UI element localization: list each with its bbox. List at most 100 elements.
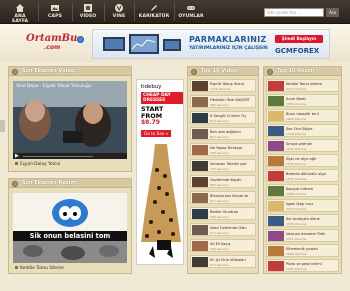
thumbnail-image-icon[interactable] <box>192 225 208 235</box>
ad-brand-name: tidebuy <box>141 84 162 90</box>
caps-list-item[interactable]: Betonla dölündür olgu 1502 izlenme <box>266 169 339 182</box>
search-input[interactable]: Site içinde Ara ... <box>264 8 324 17</box>
thumbnail-image-icon[interactable] <box>268 126 284 136</box>
video-list-item[interactable]: Ne Yapsa Dinleyor 766 izlenme <box>190 143 256 156</box>
video-list-item[interactable]: Ali Eli Kaçış 540 izlenme <box>190 239 256 252</box>
video-list-item[interactable]: Nasıl Özlerinde Oldu 572 izlenme <box>190 223 256 236</box>
caps-list-item[interactable]: Pizza ve pose birimi 1250 izlenme <box>266 259 339 272</box>
item-title[interactable]: Espriti Doluş Yolcul <box>210 82 254 86</box>
thumbnail-image-icon[interactable] <box>268 186 284 196</box>
thumbnail-image-icon[interactable] <box>268 231 284 241</box>
thumbnail-image-icon[interactable] <box>268 156 284 166</box>
thumbnail-image-icon[interactable] <box>192 145 208 155</box>
video-caption[interactable]: Eşyalı Doluş Yolcul <box>15 162 60 167</box>
video-list-item[interactable]: Ben oda doğdum 812 izlenme <box>190 127 256 140</box>
item-title[interactable]: Vazınan devame Türki <box>286 232 337 236</box>
thumbnail-image-icon[interactable] <box>192 81 208 91</box>
ad-start-button[interactable]: Şimdi Başlayın <box>275 35 323 43</box>
nav-vine[interactable]: VINE <box>107 1 131 23</box>
video-progress-bar[interactable] <box>23 156 93 157</box>
item-title[interactable]: Gozlerinde Koydu <box>210 178 254 182</box>
item-title[interactable]: Sel sindiyatlı olduk <box>286 217 337 221</box>
caps-image[interactable]: Sik onun belasini tom <box>13 193 127 263</box>
nav-home[interactable]: ANA SAYFA <box>6 1 34 23</box>
nav-oyunlar[interactable]: OYUNLAR <box>177 1 205 23</box>
item-title[interactable]: Ali Eli Kaçış <box>210 242 254 246</box>
gamepad-icon <box>186 3 196 13</box>
thumbnail-image-icon[interactable] <box>192 177 208 187</box>
site-logo[interactable]: OrtamBu .com <box>24 31 88 53</box>
video-player[interactable]: Vine Depo - Eşyalı Yolcal Yolculuğu ▶ <box>13 81 127 159</box>
thumbnail-image-icon[interactable] <box>268 171 284 181</box>
caps-list-item[interactable]: İlişki ne diye ağlr 1590 izlenme <box>266 154 339 167</box>
nav-caps[interactable]: CAPS <box>42 1 68 23</box>
item-title[interactable]: Ne Yapsa Dinleyor <box>210 146 254 150</box>
item-title[interactable]: Bunu hassefir be li <box>286 112 337 116</box>
item-title[interactable]: Anne Baskı <box>286 97 337 101</box>
video-list-item[interactable]: Bedüe Olurdum 590 izlenme <box>190 207 256 220</box>
caps-list-item[interactable]: Vazınan devame Türki 1311 izlenme <box>266 229 339 242</box>
caps-list-item[interactable]: Elhemenik yuwerl 1289 izlenme <box>266 244 339 257</box>
video-list-item[interactable]: Bilmiyorsan bilyde se 611 izlenme <box>190 191 256 204</box>
item-title[interactable]: En İyi Vine Videoları <box>210 258 254 262</box>
video-list-item[interactable]: Gozlerinde Koydu 655 izlenme <box>190 175 256 188</box>
caps-list-item[interactable]: Sıraya girenler 1655 izlenme <box>266 139 339 152</box>
thumbnail-image-icon[interactable] <box>268 111 284 121</box>
thumbnail-image-icon[interactable] <box>192 193 208 203</box>
item-title[interactable]: Pizza ve pose birimi <box>286 262 337 266</box>
ad-cta-button[interactable]: Go to See » <box>141 130 172 137</box>
nav-karikatur[interactable]: KARIKATÜR <box>137 1 171 23</box>
item-title[interactable]: Sex Olur Böyle <box>286 127 337 131</box>
thumbnail-image-icon[interactable] <box>192 161 208 171</box>
left-scroll-arrow[interactable] <box>0 120 5 132</box>
search-button[interactable]: Ara <box>326 8 339 17</box>
item-title[interactable]: Ben oda doğdum <box>210 130 254 134</box>
video-list-item[interactable]: İt Sevgili Crimter Oy 874 izlenme <box>190 111 256 124</box>
last-video-panel: Son Eklenen Video Vine Depo - Eşyalı Yol… <box>8 66 132 172</box>
item-views: 590 izlenme <box>210 215 229 219</box>
video-list-item[interactable]: En İyi Vine Videoları 515 izlenme <box>190 255 256 268</box>
video-list-item[interactable]: Herkesin Tore BAŞORT 980 izlenme <box>190 95 256 108</box>
caps-list-item[interactable]: Keddie Tomu İzleme 2210 izlenme <box>266 79 339 92</box>
thumbnail-image-icon[interactable] <box>192 241 208 251</box>
item-title[interactable]: Betonla dölündür olgu <box>286 172 337 176</box>
caps-list-item[interactable]: İşşen Daşı muz 1420 izlenme <box>266 199 339 212</box>
play-icon[interactable]: ▶ <box>15 154 19 159</box>
item-title[interactable]: Nasıl Özlerinde Oldu <box>210 226 254 230</box>
thumbnail-image-icon[interactable] <box>192 257 208 267</box>
thumbnail-image-icon[interactable] <box>192 97 208 107</box>
thumbnail-image-icon[interactable] <box>192 113 208 123</box>
item-title[interactable]: Herkesin Tore BAŞORT <box>210 98 254 102</box>
item-title[interactable]: Sıraya girenler <box>286 142 337 146</box>
thumbnail-image-icon[interactable] <box>268 141 284 151</box>
item-title[interactable]: İşşen Daşı muz <box>286 202 337 206</box>
video-list-item[interactable]: Sanasan Teledin yok 703 izlenme <box>190 159 256 172</box>
item-title[interactable]: Kapıyla mitrem <box>286 187 337 191</box>
thumbnail-image-icon[interactable] <box>268 261 284 271</box>
item-title[interactable]: Elhemenik yuwerl <box>286 247 337 251</box>
caps-caption[interactable]: Keddie Tomu İzleme <box>15 266 64 271</box>
nav-video[interactable]: VIDEO <box>75 1 101 23</box>
thumbnail-image-icon[interactable] <box>268 201 284 211</box>
thumbnail-image-icon[interactable] <box>192 209 208 219</box>
thumbnail-image-icon[interactable] <box>268 81 284 91</box>
caps-list-item[interactable]: Anne Baskı 1980 izlenme <box>266 94 339 107</box>
caps-list-item[interactable]: Kapıyla mitrem 1488 izlenme <box>266 184 339 197</box>
video-controls[interactable]: ▶ <box>13 152 127 159</box>
item-title[interactable]: İt Sevgili Crimter Oy <box>210 114 254 118</box>
thumbnail-image-icon[interactable] <box>192 129 208 139</box>
item-title[interactable]: Bilmiyorsan bilyde se <box>210 194 254 198</box>
thumbnail-image-icon[interactable] <box>268 216 284 226</box>
item-title[interactable]: Keddie Tomu İzleme <box>286 82 337 86</box>
item-title[interactable]: İlişki ne diye ağlr <box>286 157 337 161</box>
caps-list-item[interactable]: Bunu hassefir be li 1820 izlenme <box>266 109 339 122</box>
header-ad-banner[interactable]: PARMAKLARINIZ YATIRIMLARINIZ İÇİN ÇALIŞS… <box>92 29 330 59</box>
item-title[interactable]: Bedüe Olurdum <box>210 210 254 214</box>
caps-list-item[interactable]: Sex Olur Böyle 1706 izlenme <box>266 124 339 137</box>
side-dress-ad[interactable]: tidebuy CHEAP DAY DRESSES START FROM $8.… <box>136 79 184 265</box>
video-list-item[interactable]: Espriti Doluş Yolcul 1235 izlenme <box>190 79 256 92</box>
caps-list-item[interactable]: Sel sindiyatlı olduk 1370 izlenme <box>266 214 339 227</box>
item-title[interactable]: Sanasan Teledin yok <box>210 162 254 166</box>
thumbnail-image-icon[interactable] <box>268 246 284 256</box>
thumbnail-image-icon[interactable] <box>268 96 284 106</box>
